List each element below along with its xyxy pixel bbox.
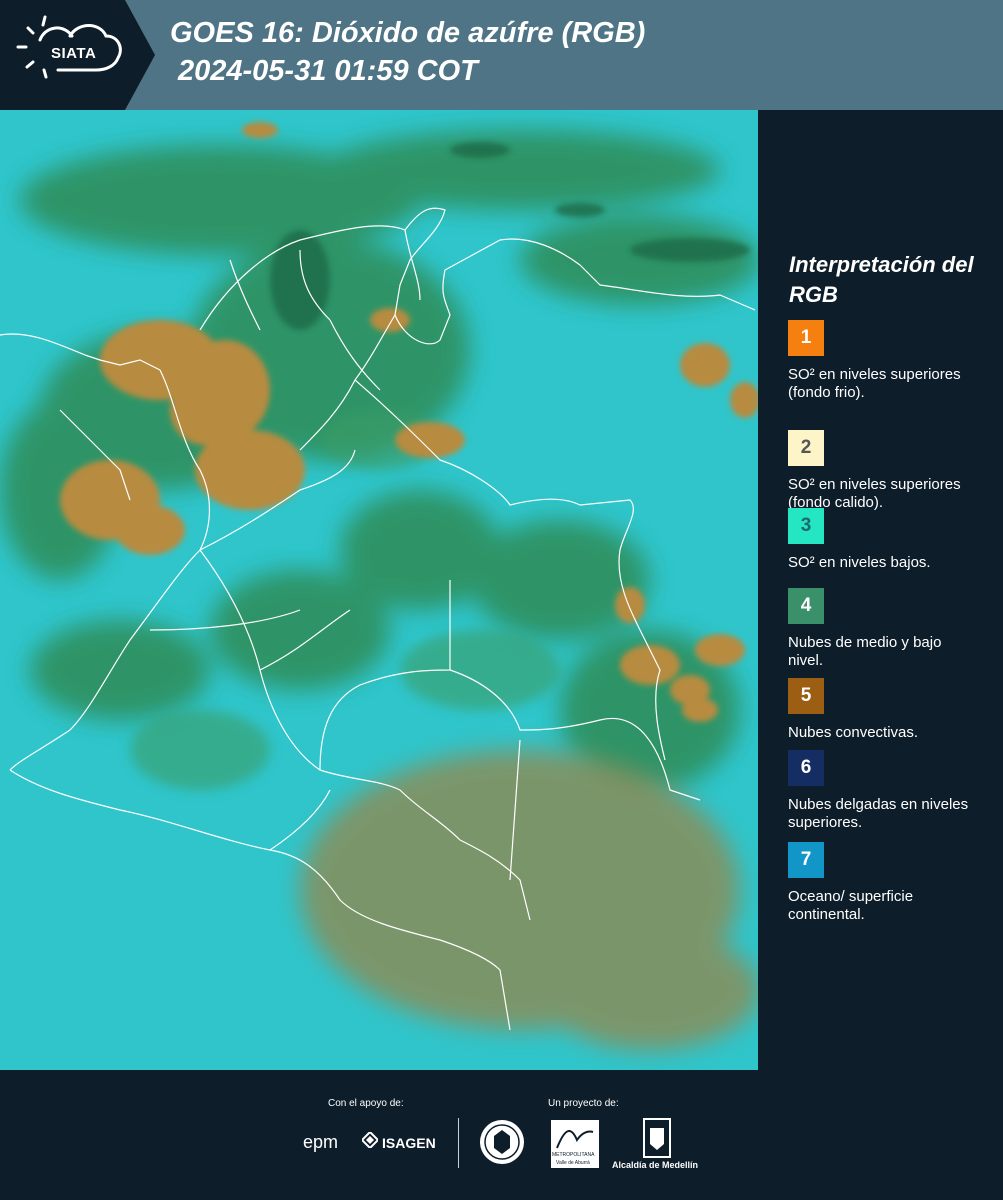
legend-title: Interpretación del RGB <box>789 252 974 307</box>
area-metropolitana-subtext: Valle de Aburrá <box>556 1160 590 1166</box>
isagen-icon <box>360 1130 380 1150</box>
legend-item-4: 4 Nubes de medio y bajo nivel. <box>788 588 998 670</box>
support-label: Con el apoyo de: <box>328 1098 404 1109</box>
legend-item-7: 7 Oceano/ superficie continental. <box>788 842 998 924</box>
legend-swatch: 4 <box>788 588 824 624</box>
page-timestamp: 2024-05-31 01:59 COT <box>178 55 478 87</box>
legend-swatch: 7 <box>788 842 824 878</box>
alcaldia-crest-icon <box>643 1118 671 1163</box>
legend-swatch: 1 <box>788 320 824 356</box>
legend-item-6: 6 Nubes delgadas en niveles superiores. <box>788 750 998 832</box>
legend-swatch: 5 <box>788 678 824 714</box>
logo-text: SIATA <box>51 45 97 62</box>
page-title: GOES 16: Dióxido de azúfre (RGB) <box>170 17 646 49</box>
area-metropolitana-logo: METROPOLITANA Valle de Aburrá <box>551 1120 599 1168</box>
isagen-logo: ISAGEN <box>382 1135 436 1151</box>
legend-label: Oceano/ superficie continental. <box>788 888 914 923</box>
legend-item-1: 1 SO² en niveles superiores (fondo frio). <box>788 320 998 402</box>
legend-label: Nubes delgadas en niveles superiores. <box>788 796 969 831</box>
header-bar: SIATA GOES 16: Dióxido de azúfre (RGB) 2… <box>0 0 1003 110</box>
legend-panel: Interpretación del RGB 1 SO² en niveles s… <box>760 110 1003 1070</box>
project-label: Un proyecto de: <box>548 1098 619 1109</box>
satellite-map <box>0 110 758 1070</box>
alcaldia-text: Alcaldía de Medellín <box>612 1160 699 1170</box>
legend-swatch: 2 <box>788 430 824 466</box>
legend-item-5: 5 Nubes convectivas. <box>788 678 998 760</box>
legend-label: SO² en niveles superiores (fondo calido)… <box>788 476 961 511</box>
legend-item-2: 2 SO² en niveles superiores (fondo calido… <box>788 430 998 512</box>
legend-swatch: 3 <box>788 508 824 544</box>
footer-divider <box>458 1118 459 1168</box>
siata-logo: SIATA <box>0 0 155 110</box>
legend-label: SO² en niveles superiores (fondo frio). <box>788 366 961 401</box>
legend-label: Nubes de medio y bajo nivel. <box>788 634 942 669</box>
medellin-seal-icon <box>478 1118 526 1171</box>
legend-label: SO² en niveles bajos. <box>788 554 931 571</box>
legend-item-3: 3 SO² en niveles bajos. <box>788 508 998 590</box>
area-metropolitana-text: METROPOLITANA <box>552 1152 595 1158</box>
legend-swatch: 6 <box>788 750 824 786</box>
epm-logo: epm <box>303 1132 339 1152</box>
footer: Con el apoyo de: Un proyecto de: epm ISA… <box>0 1070 1003 1200</box>
